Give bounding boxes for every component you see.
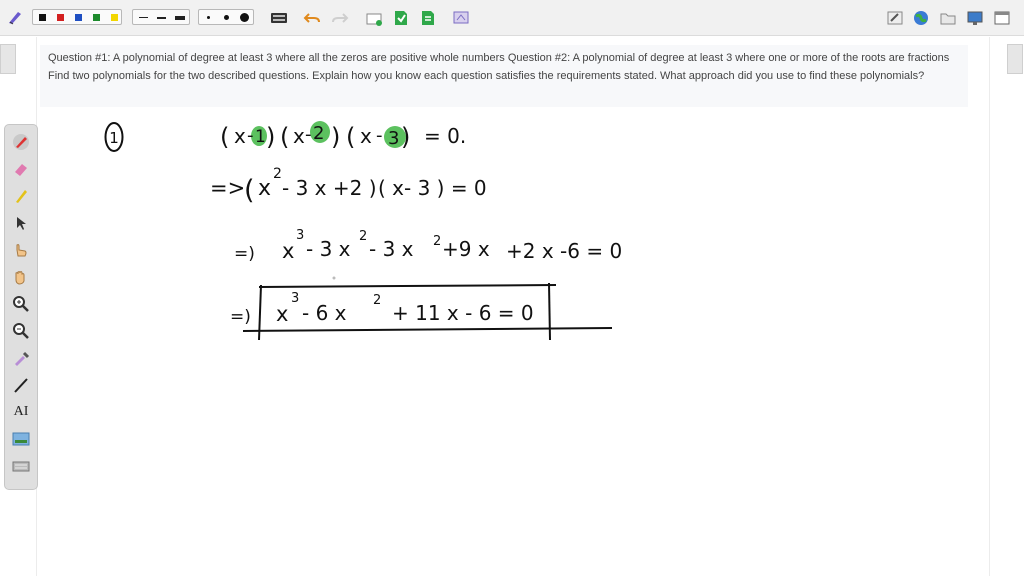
minus-2: - <box>305 124 312 145</box>
quadratic-rest: - 3 x +2 ) <box>282 176 377 200</box>
implies-arrow-2: => <box>210 176 245 200</box>
paren-close-2: ) <box>331 123 340 151</box>
exponent-4b: 2 <box>373 293 381 308</box>
paren-close-3: ) <box>401 123 410 151</box>
term-plus-11x-minus-6: + 11 x - 6 = 0 <box>392 301 534 325</box>
handwriting-canvas: 1 ( x - 1 ) ( x - 2 ) ( x - 3 ) = 0. => … <box>104 121 622 341</box>
paren-open-line2: ( <box>244 175 255 206</box>
equation-line-3: =) x 3 - 3 x 2 - 3 x 2 +9 x +2 x -6 = 0 <box>234 228 622 264</box>
var-x-1: x <box>234 124 246 148</box>
paren-open-3: ( <box>346 123 355 151</box>
box-right-line <box>548 282 551 341</box>
x-cubed-base-4: x <box>276 302 288 326</box>
stray-dot <box>332 276 336 280</box>
term-minus-3x-b: - 3 x <box>369 237 414 261</box>
var-x-3: x <box>360 124 372 148</box>
x-cubed-base-3: x <box>282 239 294 263</box>
minus-1: - <box>247 125 254 146</box>
equals-zero-1: = 0. <box>424 124 466 148</box>
term-plus-2x-minus-6: +2 x -6 = 0 <box>506 239 622 263</box>
x-squared-base: x <box>258 176 271 201</box>
question-number: 1 <box>109 129 119 147</box>
term-minus-6x: - 6 x <box>302 301 347 325</box>
root-2: 2 <box>313 123 324 144</box>
implies-arrow-4: =) <box>230 307 251 327</box>
paren-close-1: ) <box>266 123 275 151</box>
minus-3: - <box>376 125 383 146</box>
paren-open-1: ( <box>220 123 229 151</box>
implies-arrow-3: =) <box>234 244 255 264</box>
exponent-3c: 2 <box>433 234 441 249</box>
root-1: 1 <box>255 127 266 147</box>
exponent-4a: 3 <box>291 291 299 306</box>
paren-open-2: ( <box>280 123 289 151</box>
question-number-marker: 1 <box>104 122 124 152</box>
exponent-3a: 3 <box>296 228 304 243</box>
exponent-2: 2 <box>273 166 282 182</box>
exponent-3b: 2 <box>359 229 367 244</box>
box-top-line <box>258 284 557 288</box>
var-x-2: x <box>293 124 305 148</box>
final-answer-box: =) x 3 - 6 x 2 + 11 x - 6 = 0 <box>230 282 613 341</box>
term-minus-3x: - 3 x <box>306 237 351 261</box>
box-bottom-line <box>242 327 613 332</box>
factor-x-minus-3: ( x- 3 ) = 0 <box>378 176 487 200</box>
equation-line-1: ( x - 1 ) ( x - 2 ) ( x - 3 ) = 0. <box>220 123 466 151</box>
root-3: 3 <box>388 128 399 149</box>
equation-line-2: => ( x 2 - 3 x +2 ) ( x- 3 ) = 0 <box>210 166 487 206</box>
term-plus-9x: +9 x <box>442 237 490 261</box>
